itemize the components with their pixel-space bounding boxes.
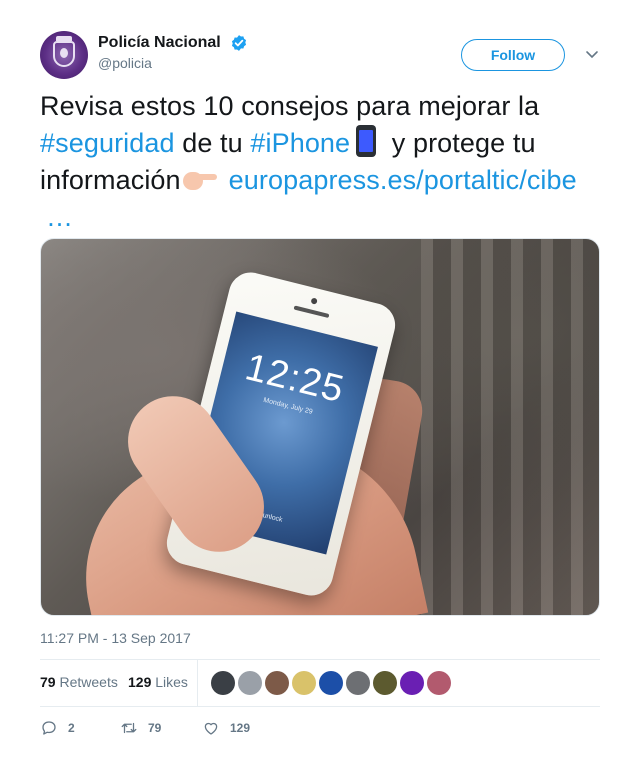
liker-avatar[interactable] bbox=[346, 671, 370, 695]
hashtag-iphone[interactable]: #iPhone bbox=[250, 128, 350, 158]
retweets-label: Retweets bbox=[59, 674, 118, 690]
liker-avatar[interactable] bbox=[400, 671, 424, 695]
heart-icon bbox=[204, 722, 218, 735]
liker-avatar[interactable] bbox=[292, 671, 316, 695]
mobile-phone-emoji-icon bbox=[356, 125, 377, 157]
link-ellipsis[interactable]: … bbox=[40, 202, 73, 232]
like-count: 129 bbox=[230, 721, 251, 735]
likes-count: 129 bbox=[128, 674, 152, 690]
tweet-timestamp[interactable]: 11:27 PM - 13 Sep 2017 bbox=[40, 630, 600, 646]
stats-row: 79 Retweets 129 Likes bbox=[40, 659, 600, 707]
hashtag-seguridad[interactable]: #seguridad bbox=[40, 128, 175, 158]
retweet-button[interactable]: 79 bbox=[120, 719, 161, 737]
tweet-text-segment: Revisa estos 10 consejos para mejorar la bbox=[40, 91, 540, 121]
tweet-link[interactable]: europapress.es/portaltic/cibe bbox=[229, 165, 577, 195]
pointing-hand-emoji-icon bbox=[182, 170, 217, 190]
like-button[interactable]: 129 bbox=[202, 719, 250, 737]
tweet-header: Policía Nacional @policia Follow bbox=[40, 30, 600, 90]
camera-icon bbox=[310, 297, 318, 305]
retweet-count: 79 bbox=[148, 721, 162, 735]
tweet-text: Revisa estos 10 consejos para mejorar la… bbox=[40, 88, 600, 236]
reply-button[interactable]: 2 bbox=[40, 719, 75, 737]
retweets-count: 79 bbox=[40, 674, 56, 690]
reply-count: 2 bbox=[68, 721, 75, 735]
retweets-stat[interactable]: 79 Retweets bbox=[40, 674, 118, 690]
follow-button[interactable]: Follow bbox=[461, 39, 565, 71]
verified-badge-icon bbox=[232, 35, 247, 51]
reply-icon bbox=[42, 721, 56, 735]
display-name[interactable]: Policía Nacional bbox=[98, 34, 221, 52]
liker-avatar[interactable] bbox=[373, 671, 397, 695]
liker-avatar[interactable] bbox=[427, 671, 451, 695]
liker-avatar[interactable] bbox=[265, 671, 289, 695]
liker-avatar[interactable] bbox=[319, 671, 343, 695]
liker-avatar[interactable] bbox=[211, 671, 235, 695]
chevron-down-icon[interactable] bbox=[585, 50, 599, 60]
speaker-icon bbox=[293, 305, 330, 319]
stats-divider bbox=[197, 660, 198, 706]
tweet-photo[interactable]: 12:25 Monday, July 29 slide to unlock bbox=[40, 238, 600, 616]
avatar[interactable] bbox=[40, 31, 88, 79]
author-block[interactable]: Policía Nacional @policia bbox=[98, 34, 248, 71]
likers-avatars bbox=[211, 671, 454, 695]
likes-stat[interactable]: 129 Likes bbox=[128, 674, 188, 690]
liker-avatar[interactable] bbox=[238, 671, 262, 695]
tweet-actions: 2 79 129 bbox=[40, 719, 600, 739]
retweet-icon bbox=[121, 722, 137, 734]
tweet: Policía Nacional @policia Follow Revisa … bbox=[40, 30, 600, 739]
tweet-text-segment: de tu bbox=[174, 128, 251, 158]
handle[interactable]: @policia bbox=[98, 55, 248, 71]
likes-label: Likes bbox=[155, 674, 188, 690]
photo-background bbox=[421, 239, 599, 615]
police-crest-icon bbox=[53, 41, 75, 67]
